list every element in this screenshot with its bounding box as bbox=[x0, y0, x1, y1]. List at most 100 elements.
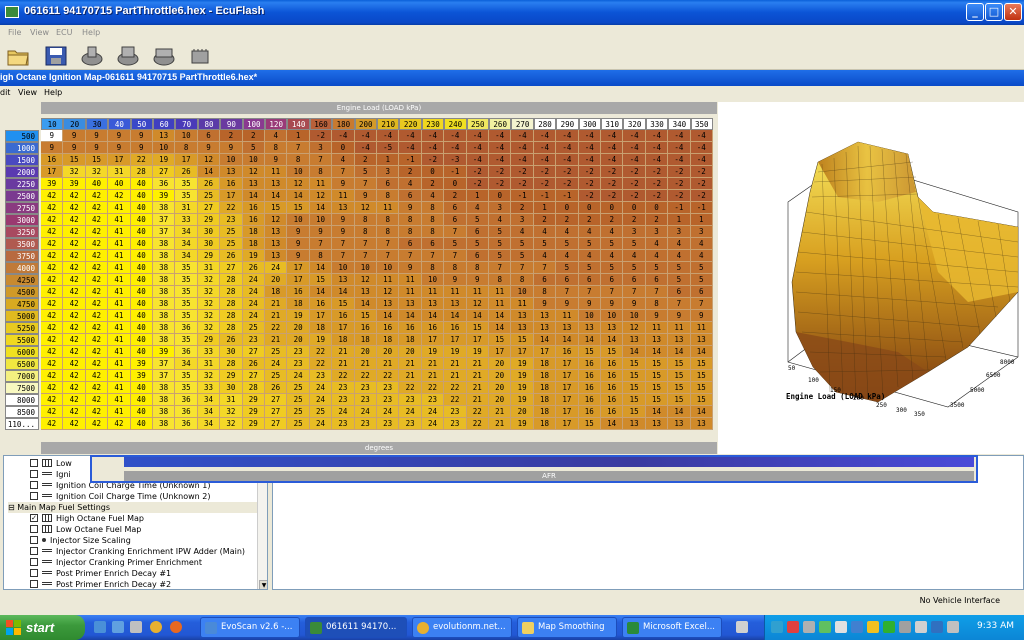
map-cell[interactable]: 5 bbox=[668, 274, 691, 286]
map-cell[interactable]: 42 bbox=[85, 286, 109, 298]
column-header[interactable]: 90 bbox=[220, 118, 243, 130]
map-cell[interactable]: 7 bbox=[578, 286, 601, 298]
tree-item[interactable]: Injector Cranking Primer Enrichment bbox=[30, 557, 202, 568]
map-cell[interactable]: -4 bbox=[421, 142, 445, 154]
map-cell[interactable]: 9 bbox=[332, 226, 355, 238]
map-cell[interactable]: 28 bbox=[130, 166, 153, 178]
map-cell[interactable]: 6 bbox=[444, 202, 467, 214]
map-cell[interactable]: 5 bbox=[556, 262, 579, 274]
map-cell[interactable]: 39 bbox=[130, 370, 153, 382]
map-cell[interactable]: 10 bbox=[175, 130, 198, 142]
map-cell[interactable]: 3 bbox=[377, 166, 400, 178]
map-cell[interactable]: 7 bbox=[444, 250, 467, 262]
map-cell[interactable]: 20 bbox=[287, 322, 310, 334]
map-cell[interactable]: 14 bbox=[197, 166, 221, 178]
map-cell[interactable]: 18 bbox=[533, 394, 557, 406]
map-cell[interactable]: 21 bbox=[377, 358, 400, 370]
map-cell[interactable]: 24 bbox=[421, 406, 445, 418]
map-cell[interactable]: 24 bbox=[265, 358, 288, 370]
map-cell[interactable]: 22 bbox=[332, 370, 355, 382]
map-cell[interactable]: 15 bbox=[623, 406, 646, 418]
map-cell[interactable]: 4 bbox=[556, 250, 579, 262]
map-cell[interactable]: -2 bbox=[578, 190, 601, 202]
map-cell[interactable]: 13 bbox=[265, 238, 288, 250]
map-cell[interactable]: 42 bbox=[85, 298, 109, 310]
map-cell[interactable]: 22 bbox=[309, 346, 333, 358]
map-cell[interactable]: 14 bbox=[668, 406, 691, 418]
map-cell[interactable]: 5 bbox=[489, 226, 512, 238]
map-cell[interactable]: 40 bbox=[130, 334, 153, 346]
map-cell[interactable]: 36 bbox=[153, 178, 176, 190]
map-cell[interactable]: -4 bbox=[668, 130, 691, 142]
map-cell[interactable]: 42 bbox=[41, 370, 64, 382]
map-cell[interactable]: -5 bbox=[377, 142, 400, 154]
map-cell[interactable]: 24 bbox=[287, 370, 310, 382]
map-cell[interactable]: 5 bbox=[578, 238, 601, 250]
map-cell[interactable]: 14 bbox=[309, 262, 333, 274]
map-cell[interactable]: -4 bbox=[645, 154, 669, 166]
map-cell[interactable]: 8 bbox=[489, 274, 512, 286]
map-cell[interactable]: 41 bbox=[108, 310, 131, 322]
map-cell[interactable]: -4 bbox=[601, 142, 624, 154]
map-cell[interactable]: 17 bbox=[421, 334, 445, 346]
map-cell[interactable]: 8 bbox=[399, 226, 422, 238]
map-cell[interactable]: -2 bbox=[668, 190, 691, 202]
map-cell[interactable]: 7 bbox=[309, 238, 333, 250]
map-cell[interactable]: 4 bbox=[623, 250, 646, 262]
map-cell[interactable]: 24 bbox=[242, 298, 265, 310]
map-cell[interactable]: 0 bbox=[332, 142, 355, 154]
map-cell[interactable]: 14 bbox=[265, 190, 288, 202]
row-header[interactable]: 2250 bbox=[5, 178, 39, 190]
map-cell[interactable]: 28 bbox=[220, 322, 243, 334]
map-cell[interactable]: 19 bbox=[309, 334, 333, 346]
row-header[interactable]: 4500 bbox=[5, 286, 39, 298]
afr-window-strip[interactable]: AFR bbox=[90, 455, 978, 483]
map-cell[interactable]: 42 bbox=[63, 394, 86, 406]
map-cell[interactable]: 4 bbox=[466, 202, 489, 214]
map-cell[interactable]: 32 bbox=[85, 166, 109, 178]
map-cell[interactable]: -1 bbox=[444, 166, 467, 178]
map-cell[interactable]: 28 bbox=[220, 298, 243, 310]
column-header[interactable]: 240 bbox=[444, 118, 467, 130]
map-cell[interactable]: 29 bbox=[197, 250, 221, 262]
map-cell[interactable]: 14 bbox=[668, 346, 691, 358]
map-cell[interactable]: 12 bbox=[466, 298, 489, 310]
map-cell[interactable]: 14 bbox=[690, 346, 713, 358]
map-cell[interactable]: 40 bbox=[130, 262, 153, 274]
map-cell[interactable]: 39 bbox=[41, 178, 64, 190]
map-cell[interactable]: 2 bbox=[511, 202, 534, 214]
task-evoscan[interactable]: EvoScan v2.6 -... bbox=[200, 617, 300, 638]
map-cell[interactable]: 15 bbox=[690, 394, 713, 406]
map-cell[interactable]: 9 bbox=[85, 142, 109, 154]
map-cell[interactable]: 16 bbox=[578, 406, 601, 418]
map-cell[interactable]: 32 bbox=[197, 298, 221, 310]
map-cell[interactable]: 6 bbox=[399, 190, 422, 202]
map-cell[interactable]: 35 bbox=[175, 178, 198, 190]
map-cell[interactable]: -2 bbox=[601, 178, 624, 190]
map-cell[interactable]: 16 bbox=[601, 394, 624, 406]
map-cell[interactable]: 42 bbox=[108, 190, 131, 202]
menu-help-inner[interactable]: Help bbox=[44, 88, 62, 97]
map-cell[interactable]: 11 bbox=[309, 178, 333, 190]
map-cell[interactable]: 17 bbox=[556, 406, 579, 418]
map-cell[interactable]: 8 bbox=[354, 226, 377, 238]
map-cell[interactable]: 14 bbox=[645, 406, 669, 418]
map-cell[interactable]: 27 bbox=[153, 166, 176, 178]
map-cell[interactable]: 1 bbox=[668, 214, 691, 226]
tray-sync-icon[interactable] bbox=[819, 621, 831, 633]
map-cell[interactable]: 42 bbox=[85, 226, 109, 238]
map-cell[interactable]: 16 bbox=[287, 286, 310, 298]
map-cell[interactable]: 42 bbox=[85, 214, 109, 226]
map-cell[interactable]: 5 bbox=[444, 238, 467, 250]
map-cell[interactable]: 7 bbox=[399, 250, 422, 262]
map-cell[interactable]: 11 bbox=[421, 286, 445, 298]
map-cell[interactable]: 15 bbox=[489, 334, 512, 346]
map-cell[interactable]: 4 bbox=[578, 250, 601, 262]
map-cell[interactable]: 9 bbox=[645, 310, 669, 322]
map-cell[interactable]: 35 bbox=[175, 190, 198, 202]
map-cell[interactable]: 9 bbox=[533, 298, 557, 310]
task-evolutionm[interactable]: evolutionm.net... bbox=[412, 617, 512, 638]
map-cell[interactable]: 40 bbox=[130, 382, 153, 394]
map-cell[interactable]: 32 bbox=[197, 286, 221, 298]
map-cell[interactable]: 21 bbox=[444, 358, 467, 370]
